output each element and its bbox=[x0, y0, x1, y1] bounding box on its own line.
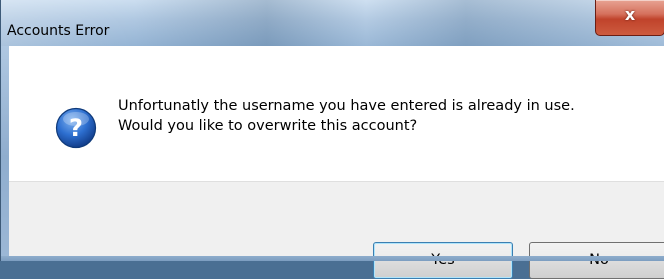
close-icon: x bbox=[624, 5, 636, 24]
svg-text:?: ? bbox=[69, 114, 83, 142]
message-line-2: Would you like to overwrite this account… bbox=[118, 118, 418, 134]
close-button[interactable]: x bbox=[595, 0, 664, 36]
question-icon: ? bbox=[55, 107, 97, 149]
button-bar: Yes No bbox=[9, 181, 664, 279]
dialog-message: Unfortunatly the username you have enter… bbox=[118, 96, 658, 136]
dialog-client-area: ? Unfortunatly the username you have ent… bbox=[9, 46, 664, 279]
title-bar[interactable]: Accounts Error x bbox=[1, 0, 664, 46]
message-area: ? Unfortunatly the username you have ent… bbox=[9, 46, 664, 181]
window-title: Accounts Error bbox=[7, 23, 110, 39]
window-bottom-frame bbox=[1, 256, 664, 261]
message-line-1: Unfortunatly the username you have enter… bbox=[118, 98, 575, 114]
dialog-window: Accounts Error x ? Unfortunatly the user… bbox=[0, 0, 664, 279]
